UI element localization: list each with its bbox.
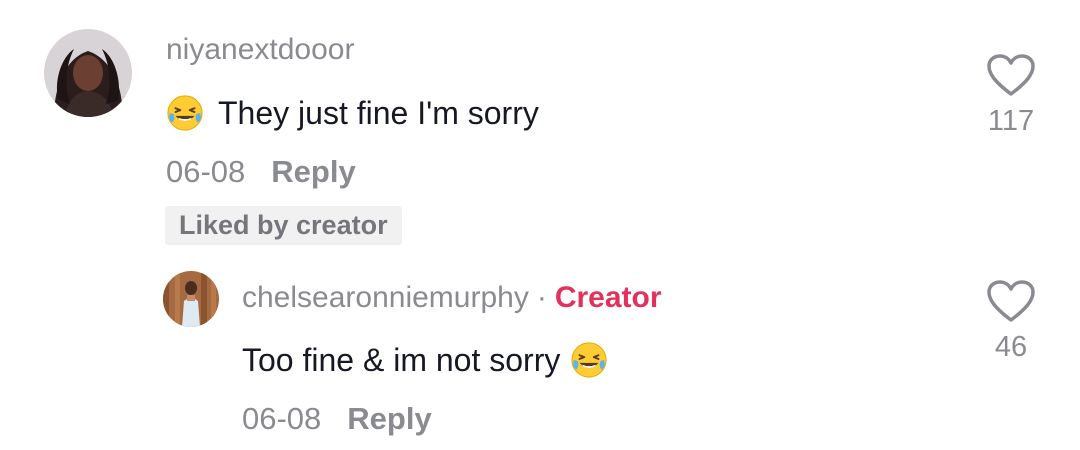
- reply-like: 46: [981, 278, 1041, 364]
- comment-thread: niyanextdooor They just fine I'm sorry 0…: [0, 0, 1080, 450]
- reply-button[interactable]: Reply: [347, 401, 431, 436]
- reply-body: Too fine & im not sorry: [242, 341, 561, 378]
- liked-by-creator-badge: Liked by creator: [165, 206, 402, 245]
- laughing-emoji-icon: [167, 95, 203, 131]
- like-count: 117: [987, 105, 1035, 137]
- avatar[interactable]: [163, 271, 219, 327]
- like-count: 46: [994, 331, 1028, 363]
- heart-outline-icon[interactable]: [985, 52, 1037, 98]
- comment-date: 06-08: [166, 154, 246, 189]
- comment-like: 117: [981, 52, 1041, 138]
- separator-dot: ·: [536, 281, 547, 314]
- comment-meta: 06-08 Reply: [166, 154, 356, 190]
- reply-text: Too fine & im not sorry: [242, 341, 608, 379]
- comment-username[interactable]: niyanextdooor: [166, 33, 354, 67]
- reply-button[interactable]: Reply: [271, 154, 355, 189]
- reply-username-line: chelsearonniemurphy · Creator: [242, 281, 662, 315]
- creator-badge: Creator: [554, 281, 662, 314]
- comment-text: They just fine I'm sorry: [166, 94, 539, 132]
- comment-body: They just fine I'm sorry: [218, 94, 539, 131]
- heart-outline-icon[interactable]: [985, 278, 1037, 324]
- avatar[interactable]: [44, 29, 132, 117]
- laughing-emoji-icon: [571, 342, 607, 378]
- reply-meta: 06-08 Reply: [242, 401, 432, 437]
- reply-date: 06-08: [242, 401, 322, 436]
- reply-username[interactable]: chelsearonniemurphy: [242, 281, 529, 314]
